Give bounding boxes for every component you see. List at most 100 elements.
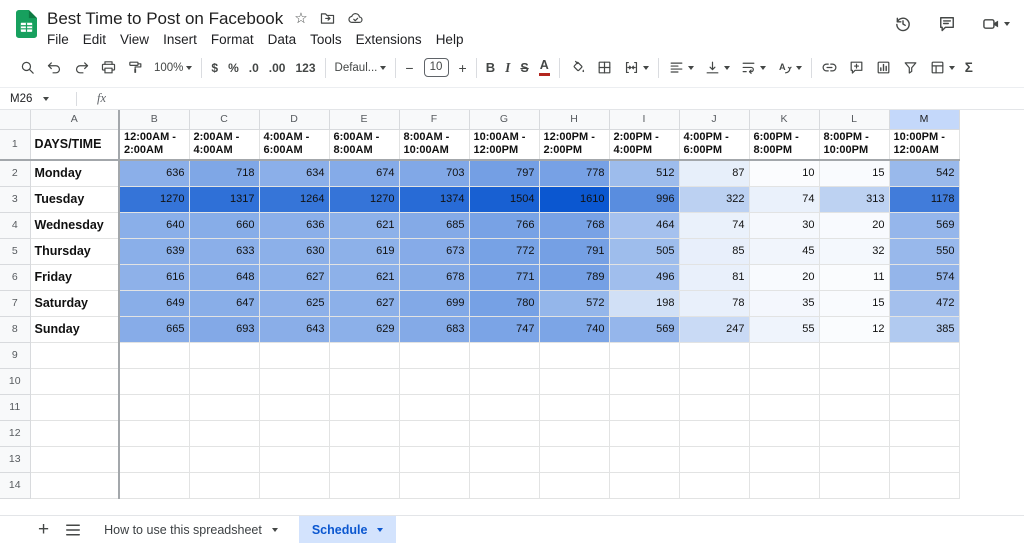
cell-D10[interactable] (259, 368, 330, 395)
cell-F5[interactable]: 673 (399, 238, 470, 265)
cell-H8[interactable]: 740 (539, 316, 610, 343)
meet-button[interactable] (981, 14, 1010, 34)
cell-I3[interactable]: 996 (609, 186, 680, 213)
format-percent-button[interactable]: % (223, 58, 244, 78)
cell-I1[interactable]: 2:00PM -4:00PM (609, 129, 680, 161)
cell-E4[interactable]: 621 (329, 212, 400, 239)
print-button[interactable] (95, 56, 122, 79)
cell-A9[interactable] (30, 342, 120, 369)
row-number-10[interactable]: 10 (0, 368, 31, 395)
cell-G5[interactable]: 772 (469, 238, 540, 265)
column-header-I[interactable]: I (609, 110, 680, 130)
cell-E12[interactable] (329, 420, 400, 447)
cell-C14[interactable] (189, 472, 260, 499)
undo-button[interactable] (41, 56, 68, 79)
cell-B6[interactable]: 616 (119, 264, 190, 291)
cell-M4[interactable]: 569 (889, 212, 960, 239)
cell-K4[interactable]: 30 (749, 212, 820, 239)
paint-format-button[interactable] (122, 56, 149, 79)
cell-B4[interactable]: 640 (119, 212, 190, 239)
cell-A6[interactable]: Friday (30, 264, 120, 291)
cell-I6[interactable]: 496 (609, 264, 680, 291)
cell-C7[interactable]: 647 (189, 290, 260, 317)
cell-F12[interactable] (399, 420, 470, 447)
cell-I4[interactable]: 464 (609, 212, 680, 239)
menu-extensions[interactable]: Extensions (349, 31, 429, 48)
cell-K12[interactable] (749, 420, 820, 447)
menu-edit[interactable]: Edit (76, 31, 113, 48)
cell-G11[interactable] (469, 394, 540, 421)
cell-A1[interactable]: DAYS/TIME (30, 129, 120, 161)
cell-J8[interactable]: 247 (679, 316, 750, 343)
cell-L11[interactable] (819, 394, 890, 421)
cell-I11[interactable] (609, 394, 680, 421)
cell-A12[interactable] (30, 420, 120, 447)
cell-A8[interactable]: Sunday (30, 316, 120, 343)
strikethrough-button[interactable]: S (515, 58, 533, 78)
cell-M2[interactable]: 542 (889, 160, 960, 187)
font-family-control[interactable]: Defaul... (330, 59, 392, 77)
cell-A11[interactable] (30, 394, 120, 421)
search-button[interactable] (14, 56, 41, 79)
cell-J9[interactable] (679, 342, 750, 369)
cell-C12[interactable] (189, 420, 260, 447)
cell-D2[interactable]: 634 (259, 160, 330, 187)
cell-I9[interactable] (609, 342, 680, 369)
cell-I12[interactable] (609, 420, 680, 447)
cell-J1[interactable]: 4:00PM -6:00PM (679, 129, 750, 161)
cell-L5[interactable]: 32 (819, 238, 890, 265)
horizontal-align-button[interactable] (663, 56, 699, 79)
version-history-icon[interactable] (893, 14, 913, 34)
cell-F3[interactable]: 1374 (399, 186, 470, 213)
column-header-A[interactable]: A (30, 110, 120, 130)
cell-A4[interactable]: Wednesday (30, 212, 120, 239)
row-number-2[interactable]: 2 (0, 160, 31, 187)
sheet-tab-how-to-use[interactable]: How to use this spreadsheet (91, 516, 291, 543)
cell-K10[interactable] (749, 368, 820, 395)
move-folder-icon[interactable] (319, 10, 336, 27)
row-number-6[interactable]: 6 (0, 264, 31, 291)
cell-A14[interactable] (30, 472, 120, 499)
row-number-11[interactable]: 11 (0, 394, 31, 421)
cell-I7[interactable]: 198 (609, 290, 680, 317)
cell-D14[interactable] (259, 472, 330, 499)
row-number-8[interactable]: 8 (0, 316, 31, 343)
cell-E14[interactable] (329, 472, 400, 499)
cell-K3[interactable]: 74 (749, 186, 820, 213)
cell-K9[interactable] (749, 342, 820, 369)
column-header-K[interactable]: K (749, 110, 820, 130)
cell-L14[interactable] (819, 472, 890, 499)
cell-B9[interactable] (119, 342, 190, 369)
redo-button[interactable] (68, 56, 95, 79)
cell-J6[interactable]: 81 (679, 264, 750, 291)
text-color-button[interactable]: A (534, 56, 555, 79)
column-header-L[interactable]: L (819, 110, 890, 130)
cell-I13[interactable] (609, 446, 680, 473)
select-all-corner[interactable] (0, 110, 31, 130)
cell-A2[interactable]: Monday (30, 160, 120, 187)
cell-A5[interactable]: Thursday (30, 238, 120, 265)
cell-C2[interactable]: 718 (189, 160, 260, 187)
column-header-E[interactable]: E (329, 110, 400, 130)
cell-K5[interactable]: 45 (749, 238, 820, 265)
cell-C6[interactable]: 648 (189, 264, 260, 291)
cell-B12[interactable] (119, 420, 190, 447)
format-currency-button[interactable]: $ (206, 58, 223, 78)
increase-font-size-button[interactable]: + (454, 57, 472, 79)
cell-I8[interactable]: 569 (609, 316, 680, 343)
cell-D7[interactable]: 625 (259, 290, 330, 317)
cell-G1[interactable]: 10:00AM -12:00PM (469, 129, 540, 161)
cell-M13[interactable] (889, 446, 960, 473)
cell-D13[interactable] (259, 446, 330, 473)
cell-M10[interactable] (889, 368, 960, 395)
cell-C4[interactable]: 660 (189, 212, 260, 239)
cell-G13[interactable] (469, 446, 540, 473)
cell-J10[interactable] (679, 368, 750, 395)
cell-D6[interactable]: 627 (259, 264, 330, 291)
menu-data[interactable]: Data (261, 31, 304, 48)
cell-F4[interactable]: 685 (399, 212, 470, 239)
column-header-J[interactable]: J (679, 110, 750, 130)
cell-I14[interactable] (609, 472, 680, 499)
comments-icon[interactable] (937, 14, 957, 34)
cell-A13[interactable] (30, 446, 120, 473)
